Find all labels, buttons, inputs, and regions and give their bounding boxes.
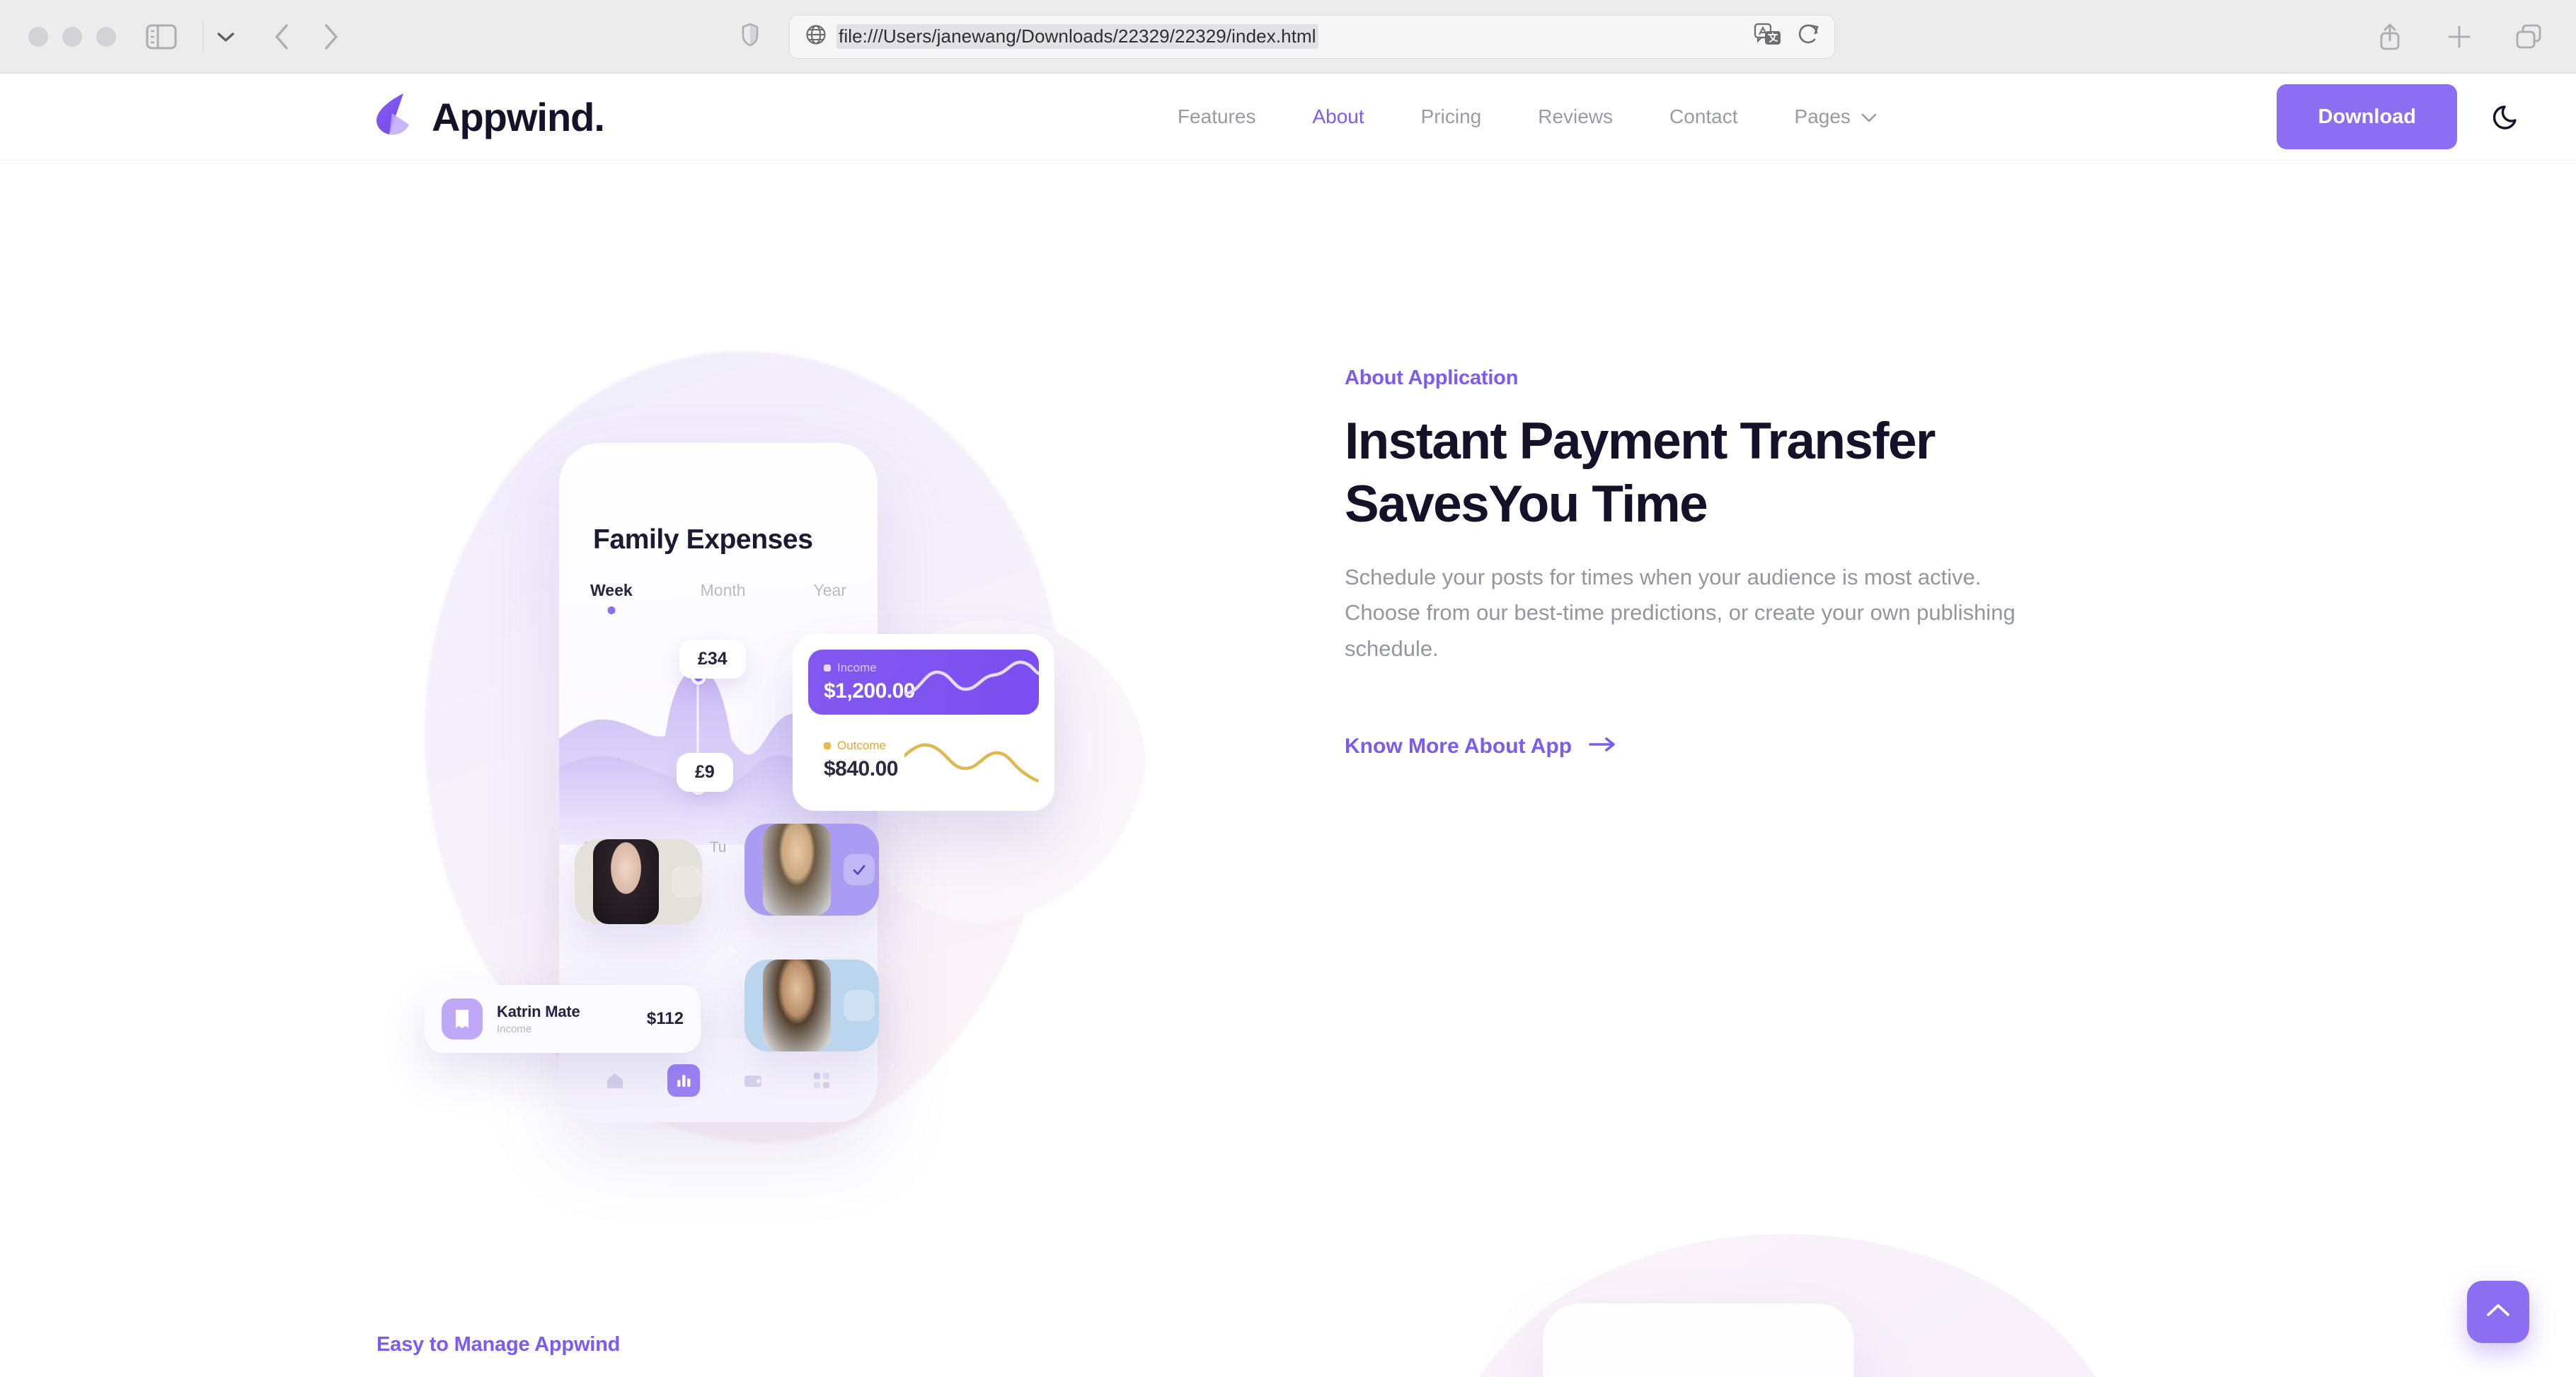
download-button[interactable]: Download [2277, 84, 2457, 149]
avatar [593, 839, 660, 924]
chart-tooltip-high: £34 [679, 640, 746, 679]
nav-item-contact[interactable]: Contact [1641, 105, 1766, 128]
translate-icon[interactable] [1754, 23, 1782, 50]
transaction-type: Income [497, 1023, 532, 1035]
main-nav: Features About Pricing Reviews Contact P… [1149, 105, 1906, 128]
wallet-icon[interactable] [737, 1064, 769, 1097]
about-eyebrow: About Application [1345, 367, 1519, 389]
about-section: Family Expenses Week Month Year £34 £9 T… [0, 160, 2576, 1143]
share-icon[interactable] [2374, 21, 2406, 53]
about-heading-line2: SavesYou Time [1345, 476, 1708, 534]
know-more-link[interactable]: Know More About App [1345, 734, 1617, 759]
browser-toolbar: file:///Users/janewang/Downloads/22329/2… [0, 0, 2576, 74]
site-header: Appwind. Features About Pricing Reviews … [0, 74, 2576, 160]
nav-item-pricing[interactable]: Pricing [1393, 105, 1510, 128]
transaction-amount: $112 [646, 1009, 684, 1028]
chevron-down-icon[interactable] [209, 21, 242, 53]
appwind-logo-icon [374, 92, 416, 142]
income-bullet-icon [824, 664, 831, 672]
chevron-up-icon [2483, 1299, 2514, 1325]
check-icon [844, 854, 875, 885]
arrow-right-icon [1589, 734, 1617, 759]
back-arrow-icon[interactable] [266, 21, 299, 53]
receipt-icon [442, 998, 483, 1039]
tab-overview-icon[interactable] [2512, 21, 2545, 53]
outcome-row: Outcome $840.00 [808, 727, 1039, 793]
address-bar[interactable]: file:///Users/janewang/Downloads/22329/2… [789, 14, 1835, 59]
outcome-sparkline [904, 743, 1039, 783]
plus-icon[interactable] [2443, 21, 2476, 53]
family-card-phone: Family Card SA [1543, 1303, 1854, 1377]
about-illustration: Family Expenses Week Month Year £34 £9 T… [0, 181, 1345, 1143]
chart-day-tu: Tu [709, 839, 727, 855]
close-window-button[interactable] [28, 26, 48, 47]
transaction-card: Katrin Mate Income $112 [425, 985, 701, 1053]
about-copy: About Application Instant Payment Transf… [1345, 181, 2123, 1101]
home-icon[interactable] [599, 1064, 631, 1097]
chart-tooltip-low: £9 [677, 753, 733, 792]
outcome-label: Outcome [837, 739, 886, 752]
manage-illustration: £34 Family Card SA [1330, 1185, 2180, 1377]
phone-tab-year[interactable]: Year [814, 581, 846, 600]
income-row: Income $1,200.00 [808, 650, 1039, 715]
forward-arrow-icon[interactable] [314, 21, 347, 53]
phone-tab-month[interactable]: Month [701, 581, 746, 600]
reload-icon[interactable] [1798, 23, 1820, 50]
maximize-window-button[interactable] [96, 26, 116, 47]
avatar [763, 824, 831, 916]
avatar-card-3 [744, 960, 879, 1052]
window-controls[interactable] [28, 26, 116, 47]
manage-copy: Easy to Manage Appwind Manage your onlin… [376, 1333, 992, 1377]
minimize-window-button[interactable] [62, 26, 82, 47]
avatar-card-2 [744, 824, 879, 916]
about-heading-line1: Instant Payment Transfer [1345, 413, 1936, 470]
chart-icon[interactable] [667, 1064, 701, 1097]
grid-icon[interactable] [805, 1064, 838, 1097]
globe-icon [805, 24, 827, 49]
avatar-card-1 [575, 839, 702, 924]
transaction-name: Katrin Mate [497, 1003, 580, 1020]
about-heading: Instant Payment Transfer SavesYou Time [1345, 410, 2123, 536]
web-page: Appwind. Features About Pricing Reviews … [0, 74, 2576, 1377]
avatar-chip-icon [672, 866, 702, 897]
shield-icon[interactable] [741, 23, 759, 50]
moon-icon[interactable] [2487, 97, 2526, 137]
manage-eyebrow: Easy to Manage Appwind [376, 1333, 621, 1356]
nav-item-pages-label: Pages [1794, 105, 1851, 127]
scroll-to-top-button[interactable] [2467, 1281, 2529, 1343]
about-paragraph: Schedule your posts for times when your … [1345, 565, 2016, 661]
phone-title: Family Expenses [593, 524, 813, 555]
income-label: Income [837, 661, 877, 674]
nav-item-about[interactable]: About [1284, 105, 1392, 128]
outcome-bullet-icon [824, 742, 831, 749]
toolbar-divider [202, 21, 204, 52]
nav-item-pages[interactable]: Pages [1766, 105, 1906, 128]
nav-item-features[interactable]: Features [1149, 105, 1284, 128]
avatar-chip-icon [844, 990, 875, 1021]
brand-name: Appwind. [432, 94, 605, 139]
phone-tab-week[interactable]: Week [590, 581, 633, 600]
sidebar-icon[interactable] [146, 23, 177, 50]
chevron-down-icon [1861, 105, 1878, 128]
url-text[interactable]: file:///Users/janewang/Downloads/22329/2… [836, 24, 1318, 49]
phone-tabs: Week Month Year [559, 581, 878, 600]
know-more-label: Know More About App [1345, 734, 1572, 758]
avatar [763, 960, 831, 1052]
income-outcome-card: Income $1,200.00 Outcome $840.00 [793, 634, 1054, 811]
address-bar-area: file:///Users/janewang/Downloads/22329/2… [741, 14, 1835, 59]
nav-item-reviews[interactable]: Reviews [1510, 105, 1641, 128]
brand-logo[interactable]: Appwind. [374, 92, 605, 142]
income-sparkline [904, 660, 1039, 696]
